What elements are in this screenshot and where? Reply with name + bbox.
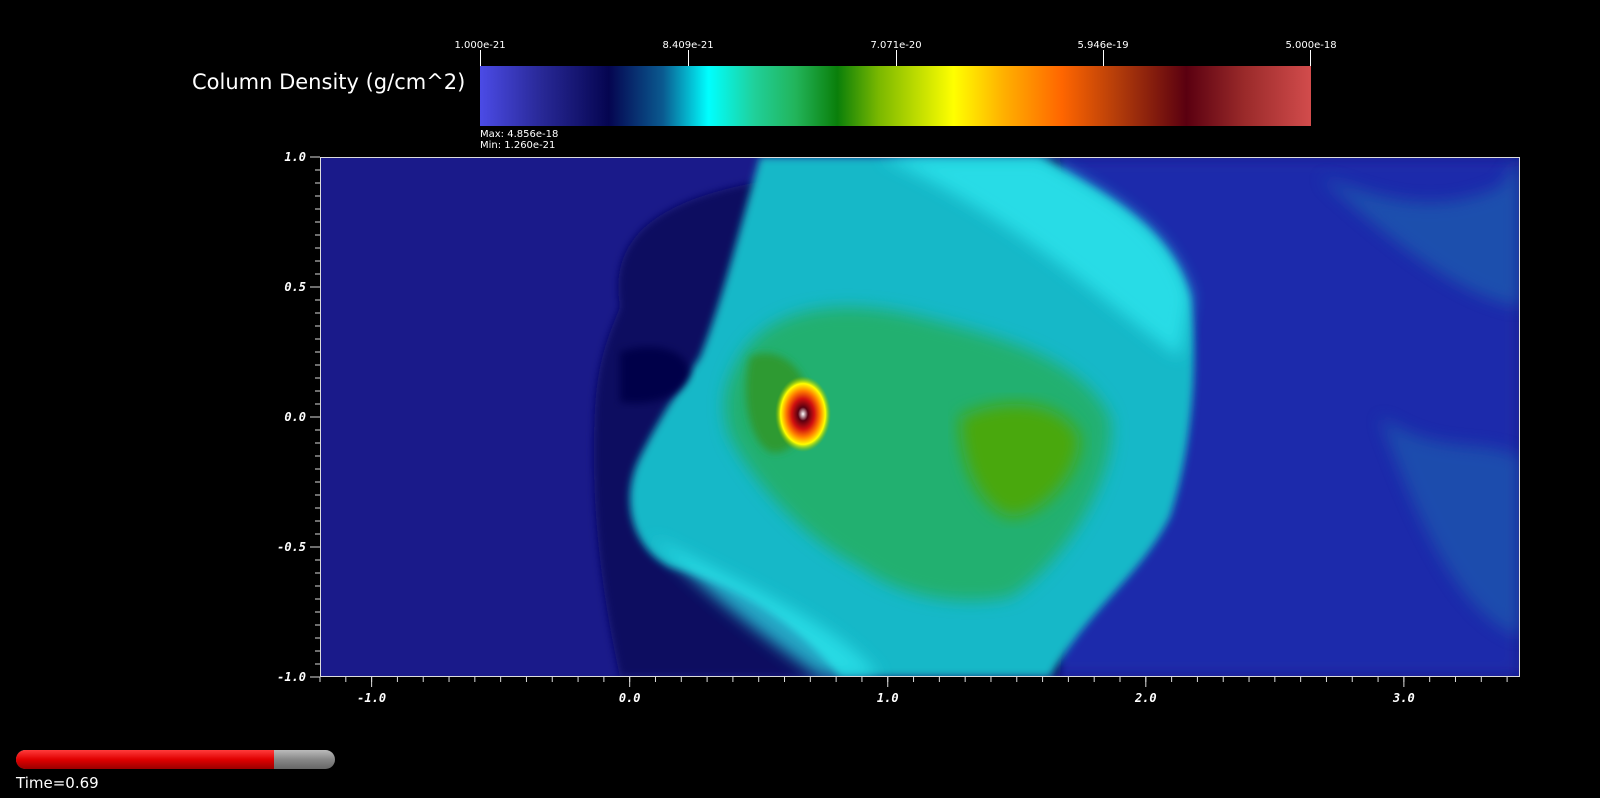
time-progress-bar[interactable] xyxy=(16,750,335,769)
colorbar-tick xyxy=(480,50,481,66)
y-tick-label: 1.0 xyxy=(284,150,306,164)
colorbar-tick xyxy=(1310,50,1311,66)
colorbar-tick-label: 8.409e-21 xyxy=(662,40,714,51)
colorbar-stats: Max: 4.856e-18 Min: 1.260e-21 xyxy=(480,129,558,151)
colorbar-tick-label: 1.000e-21 xyxy=(454,40,506,51)
x-tick-label: -1.0 xyxy=(357,691,386,705)
max-value: Max: 4.856e-18 xyxy=(480,129,559,140)
density-map[interactable] xyxy=(320,157,1520,677)
colorbar-tick xyxy=(688,50,689,66)
colorbar-tick-label: 5.000e-18 xyxy=(1285,40,1337,51)
time-progress-fill xyxy=(16,750,275,769)
x-tick-label: 2.0 xyxy=(1134,691,1157,705)
colorbar-tick xyxy=(896,50,897,66)
y-tick-label: 0.5 xyxy=(284,280,306,294)
x-tick-label: 3.0 xyxy=(1392,691,1415,705)
colorbar-tick-label: 7.071e-20 xyxy=(870,40,922,51)
min-value: Min: 1.260e-21 xyxy=(480,140,556,151)
density-image xyxy=(593,157,1520,677)
x-tick-label: 1.0 xyxy=(877,691,899,705)
y-tick-label: 0.0 xyxy=(284,410,306,424)
y-tick-label: -1.0 xyxy=(277,670,306,684)
y-tick-label: -0.5 xyxy=(277,540,306,554)
time-label: Time=0.69 xyxy=(16,774,99,792)
x-tick-label: 0.0 xyxy=(619,691,641,705)
colorbar-tick-label: 5.946e-19 xyxy=(1077,40,1129,51)
colorbar-tick xyxy=(1103,50,1104,66)
colorbar-title: Column Density (g/cm^2) xyxy=(192,70,466,94)
colorbar xyxy=(480,66,1311,126)
